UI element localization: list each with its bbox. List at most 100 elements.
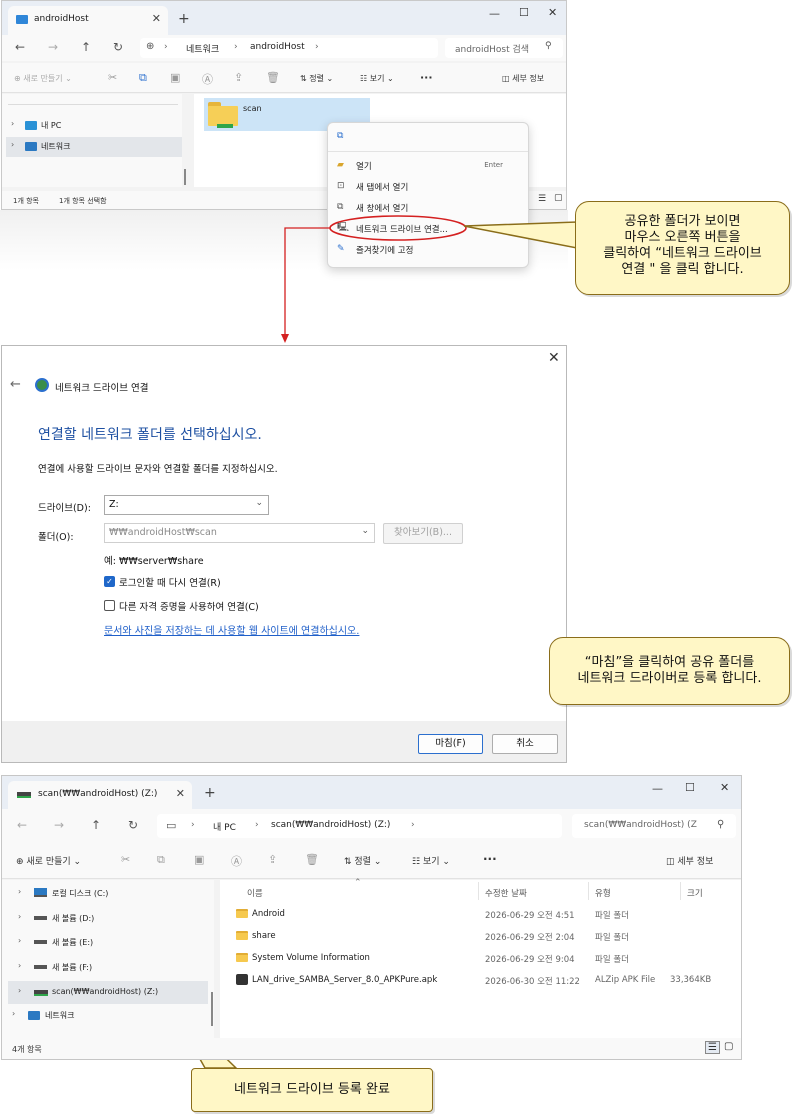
column-divider[interactable] (588, 882, 589, 900)
breadcrumb-z-drive[interactable]: scan(₩₩androidHost) (Z:) (271, 820, 390, 830)
maximize-icon[interactable]: ☐ (685, 781, 695, 794)
chevron-right-icon: › (411, 820, 415, 830)
monitor-icon: ▭ (166, 819, 177, 832)
website-connect-link[interactable]: 문서와 사진을 저장하는 데 사용할 웹 사이트에 연결하십시오. (104, 622, 359, 637)
table-row[interactable]: Android 2026-06-29 오전 4:51 파일 폴더 (220, 904, 740, 924)
command-bar: ⊕ 새로 만들기 ⌄ ✂ ⧉ ▣ Ⓐ ⇪ 🗑 ⇅ 정렬 ⌄ ☷ 보기 ⌄ ···… (2, 843, 741, 879)
view-button[interactable]: ☷ 보기 ⌄ (412, 854, 450, 867)
network-icon (28, 1011, 40, 1020)
status-bar: 4개 항목 ☰ ▢ (2, 1038, 741, 1059)
column-header-size[interactable]: 크기 (687, 887, 703, 899)
new-tab-button[interactable]: + (204, 785, 216, 801)
copy-icon[interactable]: ⧉ (157, 853, 165, 867)
close-dialog-icon[interactable]: ✕ (548, 350, 560, 366)
title-bar: scan(₩₩androidHost) (Z:) ✕ + — ☐ ✕ (2, 776, 741, 809)
callout-tail (463, 221, 578, 249)
search-box[interactable]: scan(₩₩androidHost) (Z ⚲ (572, 814, 736, 838)
details-button[interactable]: ◫ 세부 정보 (666, 854, 713, 867)
map-network-drive-dialog: ✕ ← 네트워크 드라이브 연결 연결할 네트워크 폴더를 선택하십시오. 연결… (1, 345, 567, 763)
callout-text: 네트워크 드라이브 등록 완료 (234, 1082, 390, 1097)
address-row: ← → ↑ ↻ ▭ › 내 PC › scan(₩₩androidHost) (… (2, 809, 741, 843)
close-window-icon[interactable]: ✕ (720, 781, 729, 794)
file-name: LAN_drive_SAMBA_Server_8.0_APKPure.apk (252, 975, 438, 985)
paste-icon[interactable]: ▣ (194, 853, 204, 866)
chevron-right-icon[interactable]: › (18, 961, 21, 970)
sort-button[interactable]: ⇅ 정렬 ⌄ (344, 854, 381, 867)
file-type: 파일 폴더 (595, 911, 629, 921)
column-header-type[interactable]: 유형 (595, 887, 611, 899)
tiles-view-icon[interactable]: ▢ (724, 1041, 733, 1052)
network-drive-icon (34, 990, 48, 996)
back-arrow-icon[interactable]: ← (10, 377, 21, 392)
column-divider[interactable] (478, 882, 479, 900)
nav-label: 네트워크 (45, 1011, 75, 1020)
search-placeholder: scan(₩₩androidHost) (Z (584, 820, 697, 830)
other-credentials-checkbox[interactable] (104, 600, 115, 611)
share-icon[interactable]: ⇪ (268, 853, 277, 866)
drive-icon (34, 940, 47, 944)
more-options-button[interactable]: ··· (483, 852, 497, 866)
table-row[interactable]: System Volume Information 2026-06-29 오전 … (220, 948, 740, 968)
up-arrow-icon[interactable]: ↑ (91, 818, 101, 832)
sort-ascending-icon: ⌃ (354, 878, 362, 888)
browse-button[interactable]: 찾아보기(B)... (383, 523, 463, 544)
chevron-right-icon[interactable]: › (18, 887, 21, 896)
drive-icon (34, 965, 47, 969)
column-header-name[interactable]: 이름 (247, 887, 263, 899)
address-bar[interactable]: ▭ › 내 PC › scan(₩₩androidHost) (Z:) › (157, 814, 562, 838)
close-tab-icon[interactable]: ✕ (176, 787, 185, 800)
refresh-icon[interactable]: ↻ (128, 818, 138, 832)
tab-z-drive[interactable]: scan(₩₩androidHost) (Z:) ✕ (8, 781, 192, 809)
nav-item-local-disk-c[interactable]: › 로컬 디스크 (C:) (8, 884, 208, 904)
chevron-right-icon[interactable]: › (12, 1009, 15, 1018)
forward-arrow-icon[interactable]: → (54, 818, 64, 832)
column-header-date[interactable]: 수정한 날짜 (485, 887, 527, 899)
column-divider[interactable] (680, 882, 681, 900)
file-list: ⌃ 이름 수정한 날짜 유형 크기 Android 2026-06-29 오전 … (220, 878, 741, 1038)
chevron-right-icon[interactable]: › (18, 912, 21, 921)
folder-value: ₩₩androidHost₩scan (109, 527, 217, 538)
nav-label: scan(₩₩androidHost) (Z:) (52, 987, 159, 996)
status-count: 4개 항목 (12, 1045, 42, 1054)
navigation-pane: › 로컬 디스크 (C:) › 새 볼륨 (D:) › 새 볼륨 (E:) › … (2, 880, 214, 1038)
cancel-button[interactable]: 취소 (492, 734, 558, 754)
delete-icon[interactable]: 🗑 (305, 853, 319, 866)
callout-line: “마침”을 클릭하여 공유 폴더를 (584, 655, 755, 670)
callout-step1: 공유한 폴더가 보이면 마우스 오른쪽 버튼을 클릭하여 “네트워크 드라이브 … (575, 201, 790, 295)
file-date: 2026-06-29 오전 4:51 (485, 911, 575, 921)
file-date: 2026-06-29 오전 2:04 (485, 933, 575, 943)
chevron-down-icon: ⌄ (255, 498, 263, 508)
chevron-right-icon[interactable]: › (18, 986, 21, 995)
chevron-right-icon[interactable]: › (18, 936, 21, 945)
explorer-window-z-drive: scan(₩₩androidHost) (Z:) ✕ + — ☐ ✕ ← → ↑… (1, 775, 742, 1060)
folder-icon (236, 909, 248, 918)
file-name: System Volume Information (252, 953, 370, 963)
table-row[interactable]: LAN_drive_SAMBA_Server_8.0_APKPure.apk 2… (220, 970, 740, 990)
nav-item-volume-f[interactable]: › 새 볼륨 (F:) (8, 958, 208, 978)
minimize-icon[interactable]: — (652, 782, 663, 795)
drive-select[interactable]: Z: ⌄ (104, 495, 269, 515)
file-date: 2026-06-30 오전 11:22 (485, 977, 580, 987)
highlight-ellipse (329, 215, 467, 241)
new-button[interactable]: ⊕ 새로 만들기 ⌄ (16, 854, 81, 867)
table-row[interactable]: share 2026-06-29 오전 2:04 파일 폴더 (220, 926, 740, 946)
network-drive-globe-icon (35, 378, 49, 392)
back-arrow-icon[interactable]: ← (17, 818, 27, 832)
finish-button[interactable]: 마침(F) (418, 734, 483, 754)
dialog-title: 네트워크 드라이브 연결 (55, 383, 149, 394)
folder-path-combo[interactable]: ₩₩androidHost₩scan ⌄ (104, 523, 375, 543)
breadcrumb-my-pc[interactable]: 내 PC (213, 820, 236, 833)
details-view-icon[interactable]: ☰ (705, 1041, 720, 1054)
nav-item-volume-d[interactable]: › 새 볼륨 (D:) (8, 909, 208, 929)
reconnect-checkbox[interactable]: ✓ (104, 576, 115, 587)
rename-icon[interactable]: Ⓐ (231, 853, 242, 869)
nav-item-volume-e[interactable]: › 새 볼륨 (E:) (8, 933, 208, 953)
nav-item-network[interactable]: › 네트워크 (2, 1006, 208, 1026)
search-icon: ⚲ (717, 819, 725, 830)
drive-value: Z: (109, 499, 119, 510)
scrollbar[interactable] (211, 992, 213, 1026)
nav-item-z-drive[interactable]: › scan(₩₩androidHost) (Z:) (8, 981, 208, 1004)
reconnect-label: 로그인할 때 다시 연결(R) (119, 578, 221, 589)
cut-icon[interactable]: ✂ (121, 853, 130, 866)
callout-line: 네트워크 드라이버로 등록 합니다. (577, 671, 762, 686)
